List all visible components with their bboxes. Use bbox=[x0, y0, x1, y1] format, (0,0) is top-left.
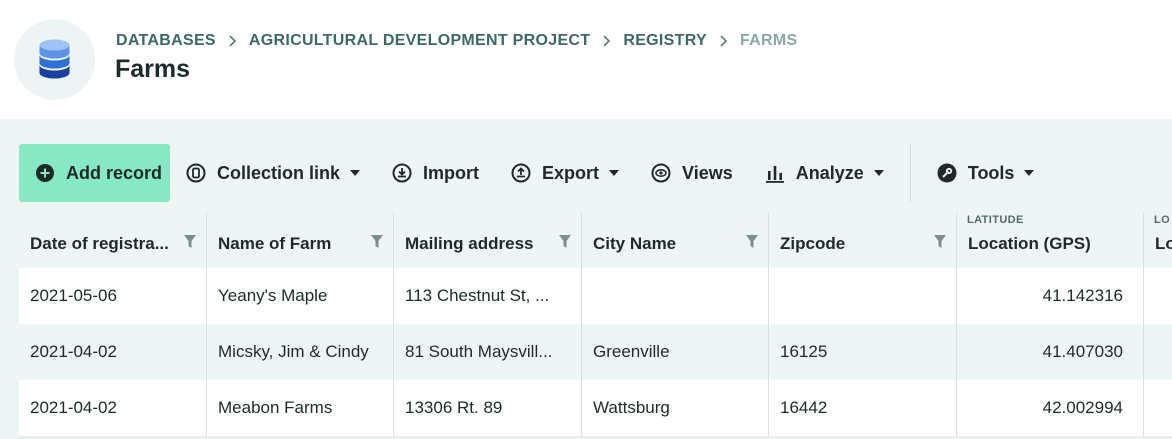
views-button[interactable]: Views bbox=[635, 144, 749, 202]
filter-icon[interactable] bbox=[934, 235, 946, 253]
page-header: DATABASES AGRICULTURAL DEVELOPMENT PROJE… bbox=[0, 0, 1172, 119]
column-header-zipcode[interactable]: Zipcode bbox=[769, 212, 957, 268]
caret-down-icon bbox=[873, 170, 884, 176]
eye-icon bbox=[651, 163, 671, 183]
page-title: Farms bbox=[115, 55, 191, 83]
column-header-mailing-address[interactable]: Mailing address bbox=[394, 212, 582, 268]
table-header: Date of registra... Name of Farm Mailing… bbox=[19, 212, 1172, 268]
column-header-city-name[interactable]: City Name bbox=[582, 212, 769, 268]
cell-mailing-address: 13306 Rt. 89 bbox=[394, 380, 582, 436]
column-header-farm-name[interactable]: Name of Farm bbox=[207, 212, 394, 268]
table-row[interactable]: 2021-05-06 Yeany's Maple 113 Chestnut St… bbox=[19, 268, 1172, 324]
export-icon bbox=[511, 163, 531, 183]
cell-city-name bbox=[582, 268, 769, 324]
export-button[interactable]: Export bbox=[495, 144, 635, 202]
collection-link-label: Collection link bbox=[217, 162, 341, 183]
cell-date: 2021-04-02 bbox=[19, 380, 207, 436]
collection-link-icon bbox=[186, 163, 206, 183]
table-row[interactable]: 2021-04-02 Meabon Farms 13306 Rt. 89 Wat… bbox=[19, 380, 1172, 436]
column-header-location-longitude[interactable]: LO Lo bbox=[1144, 212, 1172, 268]
cell-date: 2021-05-06 bbox=[19, 268, 207, 324]
import-icon bbox=[392, 163, 412, 183]
chevron-right-icon bbox=[602, 34, 611, 48]
wrench-icon bbox=[937, 163, 957, 183]
table-row[interactable]: 2021-04-02 Micsky, Jim & Cindy 81 South … bbox=[19, 324, 1172, 380]
filter-icon[interactable] bbox=[371, 235, 383, 253]
database-icon bbox=[14, 19, 95, 100]
breadcrumb-registry[interactable]: REGISTRY bbox=[623, 32, 707, 50]
breadcrumb: DATABASES AGRICULTURAL DEVELOPMENT PROJE… bbox=[116, 32, 797, 50]
toolbar-divider bbox=[909, 144, 911, 202]
cell-farm-name: Meabon Farms bbox=[207, 380, 394, 436]
toolbar: Add record Collection link Import Export bbox=[19, 144, 1050, 202]
cell-zipcode bbox=[769, 268, 957, 324]
add-record-label: Add record bbox=[66, 162, 163, 183]
bar-chart-icon bbox=[765, 163, 785, 183]
analyze-label: Analyze bbox=[795, 162, 864, 183]
records-table: Date of registra... Name of Farm Mailing… bbox=[19, 212, 1172, 439]
cell-city-name: Greenville bbox=[582, 324, 769, 380]
tools-button[interactable]: Tools bbox=[921, 144, 1051, 202]
cell-longitude bbox=[1144, 324, 1172, 380]
chevron-right-icon bbox=[228, 34, 237, 48]
cell-latitude: 41.407030 bbox=[957, 324, 1144, 380]
cell-zipcode: 16442 bbox=[769, 380, 957, 436]
plus-circle-icon bbox=[35, 163, 55, 183]
caret-down-icon bbox=[350, 170, 361, 176]
caret-down-icon bbox=[1024, 170, 1035, 176]
breadcrumb-project[interactable]: AGRICULTURAL DEVELOPMENT PROJECT bbox=[249, 32, 590, 50]
views-label: Views bbox=[682, 162, 733, 183]
add-record-button[interactable]: Add record bbox=[19, 144, 170, 202]
cell-latitude: 41.142316 bbox=[957, 268, 1144, 324]
tools-label: Tools bbox=[967, 162, 1015, 183]
cell-longitude bbox=[1144, 380, 1172, 436]
cell-farm-name: Micsky, Jim & Cindy bbox=[207, 324, 394, 380]
cell-longitude bbox=[1144, 268, 1172, 324]
cell-latitude: 42.002994 bbox=[957, 380, 1144, 436]
chevron-right-icon bbox=[719, 34, 728, 48]
filter-icon[interactable] bbox=[559, 235, 571, 253]
export-label: Export bbox=[542, 162, 600, 183]
breadcrumb-databases[interactable]: DATABASES bbox=[116, 32, 216, 50]
cell-zipcode: 16125 bbox=[769, 324, 957, 380]
filter-icon[interactable] bbox=[746, 235, 758, 253]
filter-icon[interactable] bbox=[184, 235, 196, 253]
import-label: Import bbox=[423, 162, 480, 183]
column-subheader-latitude: LATITUDE bbox=[967, 214, 1024, 226]
column-header-date[interactable]: Date of registra... bbox=[19, 212, 207, 268]
cell-city-name: Wattsburg bbox=[582, 380, 769, 436]
cell-farm-name: Yeany's Maple bbox=[207, 268, 394, 324]
caret-down-icon bbox=[609, 170, 620, 176]
import-button[interactable]: Import bbox=[376, 144, 495, 202]
breadcrumb-farms: FARMS bbox=[739, 32, 798, 49]
cell-mailing-address: 113 Chestnut St, ... bbox=[394, 268, 582, 324]
cell-date: 2021-04-02 bbox=[19, 324, 207, 380]
collection-link-button[interactable]: Collection link bbox=[170, 144, 376, 202]
column-header-location-latitude[interactable]: LATITUDE Location (GPS) bbox=[957, 212, 1144, 268]
analyze-button[interactable]: Analyze bbox=[749, 144, 900, 202]
cell-mailing-address: 81 South Maysvill... bbox=[394, 324, 582, 380]
column-subheader-longitude: LO bbox=[1154, 214, 1171, 226]
